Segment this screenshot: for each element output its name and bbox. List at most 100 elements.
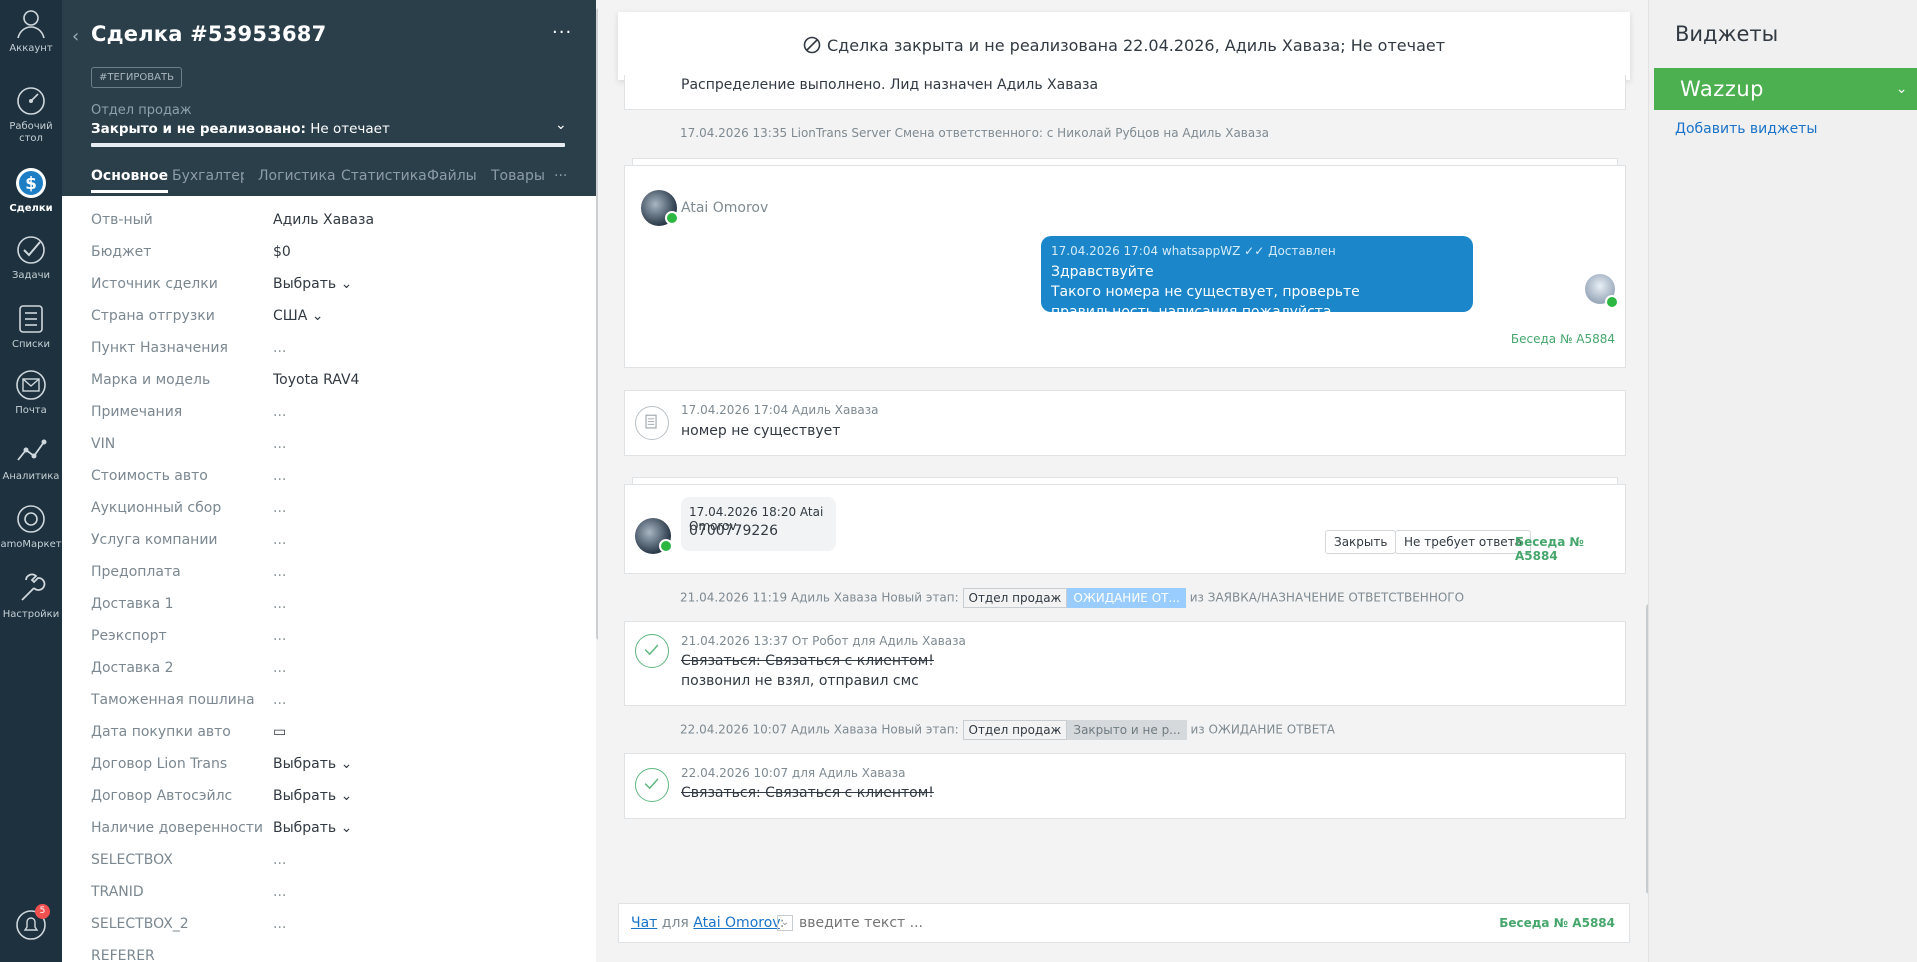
card-field[interactable]: Бюджет $0 bbox=[91, 244, 571, 268]
back-arrow-icon[interactable]: ‹ bbox=[72, 26, 79, 47]
card-field[interactable]: REFERER bbox=[91, 948, 571, 962]
card-field[interactable]: Договор Автосэйлс Выбрать ⌄ bbox=[91, 788, 571, 812]
tab-files[interactable]: Файлы bbox=[427, 168, 477, 184]
field-value[interactable]: ... bbox=[273, 532, 286, 548]
chat-block: Atai Omorov 17.04.2026 17:04 whatsappWZ … bbox=[624, 165, 1626, 368]
card-field[interactable]: Услуга компании... bbox=[91, 532, 571, 556]
check-icon[interactable] bbox=[635, 768, 669, 802]
chat-type-link[interactable]: Чат bbox=[631, 915, 657, 931]
close-chat-button[interactable]: Закрыть bbox=[1325, 530, 1397, 554]
dashboard-icon bbox=[17, 87, 45, 115]
message-input[interactable] bbox=[799, 912, 1399, 934]
check-icon[interactable] bbox=[635, 634, 669, 668]
field-value[interactable]: ... bbox=[273, 500, 286, 516]
nav-deals[interactable]: $ Сделки bbox=[0, 166, 62, 215]
card-field[interactable]: TRANID... bbox=[91, 884, 571, 908]
task-block: 22.04.2026 10:07 для Адиль Хаваза Связат… bbox=[624, 753, 1626, 819]
card-field[interactable]: Аукционный сбор... bbox=[91, 500, 571, 524]
nav-lists[interactable]: Списки bbox=[0, 302, 62, 351]
card-field[interactable]: Стоимость авто... bbox=[91, 468, 571, 492]
field-value[interactable]: ... bbox=[273, 660, 286, 676]
field-value[interactable]: ... bbox=[273, 628, 286, 644]
nav-dashboard[interactable]: Рабочий стол bbox=[0, 84, 62, 145]
field-value[interactable]: США ⌄ bbox=[273, 308, 324, 324]
card-field[interactable]: Марка и модель Toyota RAV4 bbox=[91, 372, 571, 396]
field-value[interactable]: ... bbox=[273, 468, 286, 484]
card-field[interactable]: Таможенная пошлина... bbox=[91, 692, 571, 716]
contact-link[interactable]: Atai Omorov bbox=[693, 915, 780, 931]
nav-market[interactable]: amoМаркет bbox=[0, 502, 62, 551]
field-value[interactable]: Выбрать ⌄ bbox=[273, 820, 352, 836]
talk-link[interactable]: Беседа № А5884 bbox=[1515, 535, 1625, 563]
field-value[interactable]: Выбрать ⌄ bbox=[273, 756, 352, 772]
field-value[interactable]: ... bbox=[273, 692, 286, 708]
field-value[interactable]: ... bbox=[273, 852, 286, 868]
card-field[interactable]: Договор Lion Trans Выбрать ⌄ bbox=[91, 756, 571, 780]
nav-mail[interactable]: Почта bbox=[0, 368, 62, 417]
field-value[interactable]: ... bbox=[273, 436, 286, 452]
field-value[interactable]: Адиль Хаваза bbox=[273, 212, 374, 228]
chevron-down-icon[interactable]: ⌄ bbox=[555, 117, 567, 133]
add-widgets-link[interactable]: Добавить виджеты bbox=[1675, 121, 1817, 137]
tab-logistics[interactable]: Логистика bbox=[258, 168, 336, 184]
card-field[interactable]: Предоплата... bbox=[91, 564, 571, 588]
card-field[interactable]: Реэкспорт... bbox=[91, 628, 571, 652]
card-field[interactable]: Источник сделки Выбрать ⌄ bbox=[91, 276, 571, 300]
tab-main[interactable]: Основное bbox=[91, 168, 169, 193]
no-reply-button[interactable]: Не требует ответа bbox=[1395, 530, 1532, 554]
field-value[interactable]: ... bbox=[273, 564, 286, 580]
card-field[interactable]: SELECTBOX... bbox=[91, 852, 571, 876]
tab-statistics[interactable]: Статистика bbox=[341, 168, 427, 184]
delivered-status: ✓✓ Доставлен bbox=[1244, 244, 1336, 258]
status-select[interactable]: Закрыто и не реализовано: Не отечает bbox=[91, 121, 390, 137]
talk-link[interactable]: Беседа № А5884 bbox=[1511, 332, 1615, 346]
talk-link[interactable]: Беседа № А5884 bbox=[1499, 904, 1615, 942]
field-label: Договор Lion Trans bbox=[91, 756, 228, 772]
field-value[interactable]: Выбрать ⌄ bbox=[273, 788, 352, 804]
nav-account[interactable]: Аккаунт bbox=[0, 6, 62, 55]
card-field[interactable]: Наличие доверенности Выбрать ⌄ bbox=[91, 820, 571, 844]
deals-icon: $ bbox=[16, 168, 46, 198]
tab-accounting[interactable]: Бухгалтер bbox=[172, 168, 244, 184]
more-menu-button[interactable]: ··· bbox=[552, 22, 572, 43]
field-value[interactable]: ▭ bbox=[273, 724, 286, 740]
card-field[interactable]: Доставка 1... bbox=[91, 596, 571, 620]
field-value[interactable]: ... bbox=[273, 916, 286, 932]
note-text: номер не существует bbox=[681, 423, 841, 439]
field-value[interactable]: ... bbox=[273, 340, 286, 356]
chevron-down-icon[interactable]: ⌄ bbox=[1896, 68, 1908, 110]
lists-icon bbox=[19, 305, 43, 333]
tab-more[interactable]: ··· bbox=[554, 168, 567, 184]
nav-analytics[interactable]: Аналитика bbox=[0, 434, 62, 483]
card-field[interactable]: VIN... bbox=[91, 436, 571, 460]
field-value[interactable]: ... bbox=[273, 404, 286, 420]
wazzup-label: Wazzup bbox=[1680, 77, 1764, 101]
contact-name[interactable]: Atai Omorov bbox=[681, 200, 768, 216]
card-field[interactable]: Доставка 2... bbox=[91, 660, 571, 684]
field-label: Наличие доверенности bbox=[91, 820, 264, 836]
nav-label: Сделки bbox=[9, 203, 53, 214]
field-value[interactable]: Toyota RAV4 bbox=[273, 372, 359, 388]
nav-notifications[interactable]: 5 bbox=[0, 904, 62, 945]
card-field[interactable]: SELECTBOX_2... bbox=[91, 916, 571, 940]
field-value[interactable]: Выбрать ⌄ bbox=[273, 276, 352, 292]
card-field[interactable]: Пункт Назначения... bbox=[91, 340, 571, 364]
chevron-down-icon[interactable]: ⌄ bbox=[777, 915, 793, 931]
nav-tasks[interactable]: Задачи bbox=[0, 233, 62, 282]
account-icon bbox=[17, 10, 45, 39]
field-value[interactable]: $0 bbox=[273, 244, 291, 260]
task-result: позвонил не взял, отправил смс bbox=[681, 673, 919, 689]
tag-button[interactable]: #ТЕГИРОВАТЬ bbox=[91, 67, 182, 88]
wazzup-widget[interactable]: Wazzup ⌄ bbox=[1654, 68, 1917, 110]
nav-settings[interactable]: Настройки bbox=[0, 572, 62, 621]
field-value[interactable]: ... bbox=[273, 884, 286, 900]
card-field[interactable]: Отв-ный Адиль Хаваза bbox=[91, 212, 571, 236]
notification-badge: 5 bbox=[35, 904, 50, 919]
tab-products[interactable]: Товары bbox=[491, 168, 545, 184]
stage-suffix: из ЗАЯВКА/НАЗНАЧЕНИЕ ОТВЕТСТВЕННОГО bbox=[1189, 590, 1465, 605]
field-value[interactable]: ... bbox=[273, 596, 286, 612]
card-field[interactable]: Дата покупки авто ▭ bbox=[91, 724, 571, 748]
card-field[interactable]: Примечания... bbox=[91, 404, 571, 428]
field-label: Предоплата bbox=[91, 564, 181, 580]
card-field[interactable]: Страна отгрузки США ⌄ bbox=[91, 308, 571, 332]
